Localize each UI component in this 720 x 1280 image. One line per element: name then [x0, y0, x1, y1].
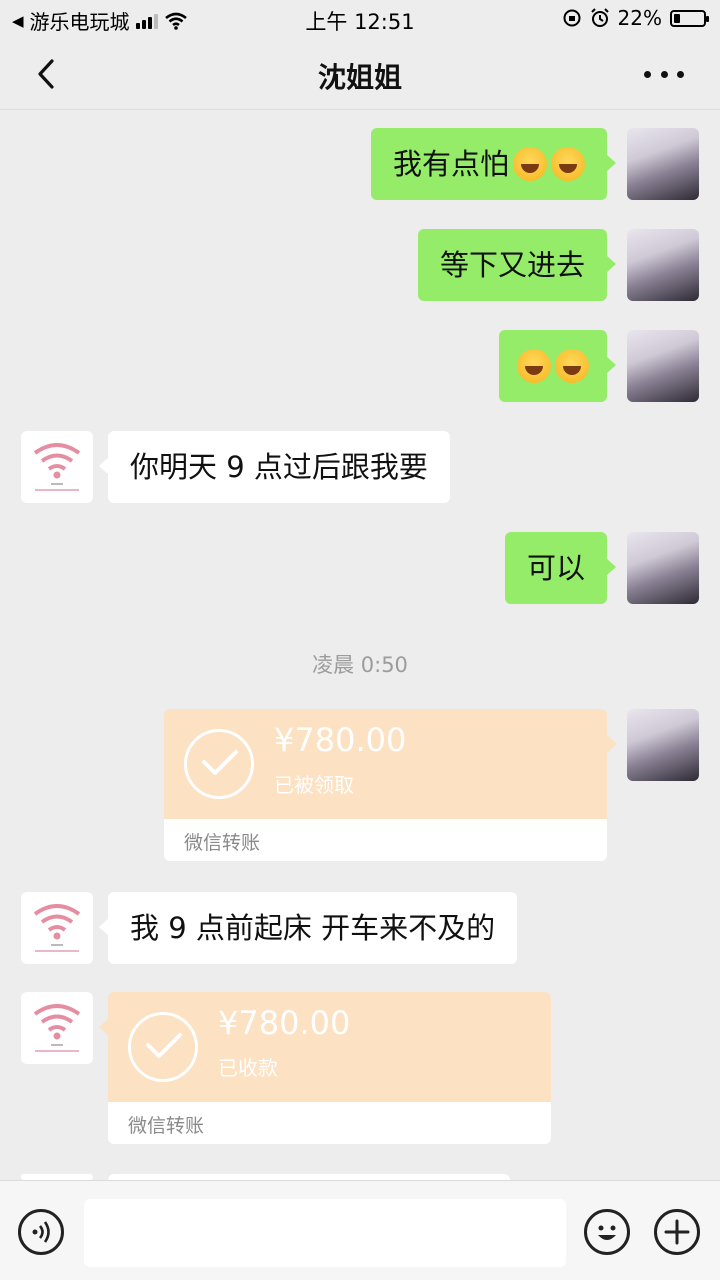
alarm-icon [590, 8, 609, 27]
my-message-bubble[interactable]: 我有点怕 [370, 128, 617, 200]
transfer-card[interactable]: ¥780.00 已被领取 微信转账 [164, 709, 607, 861]
voice-icon[interactable] [18, 1209, 64, 1255]
message-row: 等下又进去 [0, 229, 720, 301]
laughing-emoji-icon [517, 349, 551, 383]
transfer-amount: ¥780.00 [218, 1004, 351, 1042]
contact-message-bubble[interactable]: 你明天 9 点过后跟我要 [99, 431, 450, 503]
page-title: 沈姐姐 [317, 61, 402, 94]
wifi-logo-icon [33, 443, 81, 491]
plus-icon[interactable] [654, 1209, 700, 1255]
message-row: 你明天 9 点过后跟我要 [0, 431, 720, 503]
input-bar [0, 1180, 720, 1280]
laughing-emoji-icon [551, 147, 585, 181]
transfer-status: 已收款 [218, 1056, 278, 1080]
message-row: 我 9 点前起床 开车来不及的 [0, 892, 720, 964]
transfer-label: 微信转账 [128, 1115, 205, 1137]
transfer-amount: ¥780.00 [274, 721, 407, 759]
emoji-icon[interactable] [584, 1209, 630, 1255]
check-circle-icon [184, 729, 254, 799]
more-dots-icon[interactable] [644, 62, 684, 86]
message-text: 我 9 点前起床 开车来不及的 [130, 911, 496, 945]
message-text: 可以 [526, 551, 585, 585]
message-text: 等下又进去 [439, 248, 585, 282]
contact-avatar[interactable] [21, 431, 93, 503]
message-text: 你明天 9 点过后跟我要 [130, 450, 428, 484]
my-message-bubble[interactable] [499, 330, 616, 402]
message-input[interactable] [84, 1199, 566, 1267]
my-message-bubble[interactable]: 等下又进去 [417, 229, 617, 301]
nav-bar: 沈姐姐 [0, 38, 720, 110]
message-row: ¥780.00 已被领取 微信转账 [0, 709, 720, 861]
message-row: 我有点怕 [0, 128, 720, 200]
my-avatar[interactable] [627, 229, 699, 301]
message-row: 可以 [0, 532, 720, 604]
battery-percent: 22% [617, 6, 662, 30]
status-bar: ◀ 游乐电玩城 上午 12:51 22% [0, 0, 720, 38]
wifi-logo-icon [33, 1004, 81, 1052]
my-avatar[interactable] [627, 128, 699, 200]
wifi-logo-icon [33, 904, 81, 952]
my-avatar[interactable] [627, 709, 699, 781]
check-circle-icon [128, 1012, 198, 1082]
laughing-emoji-icon [513, 147, 547, 181]
contact-avatar[interactable] [21, 992, 93, 1064]
laughing-emoji-icon [555, 349, 589, 383]
message-row [0, 330, 720, 402]
transfer-label: 微信转账 [184, 832, 261, 854]
message-text: 我有点怕 [392, 147, 509, 181]
battery-icon [670, 9, 709, 27]
transfer-card[interactable]: ¥780.00 已收款 微信转账 [108, 992, 551, 1144]
chat-list[interactable]: 我有点怕 等下又进去 你明天 9 点过后跟我要 可以 凌晨 0:50 ¥780.… [0, 111, 720, 1180]
my-avatar[interactable] [627, 330, 699, 402]
message-row: ¥780.00 已收款 微信转账 [0, 992, 720, 1144]
my-avatar[interactable] [627, 532, 699, 604]
transfer-status: 已被领取 [274, 773, 354, 797]
my-message-bubble[interactable]: 可以 [504, 532, 617, 604]
contact-avatar[interactable] [21, 892, 93, 964]
timestamp: 凌晨 0:50 [312, 653, 408, 677]
rotation-lock-icon [563, 9, 581, 27]
contact-message-bubble[interactable]: 我 9 点前起床 开车来不及的 [98, 892, 518, 964]
